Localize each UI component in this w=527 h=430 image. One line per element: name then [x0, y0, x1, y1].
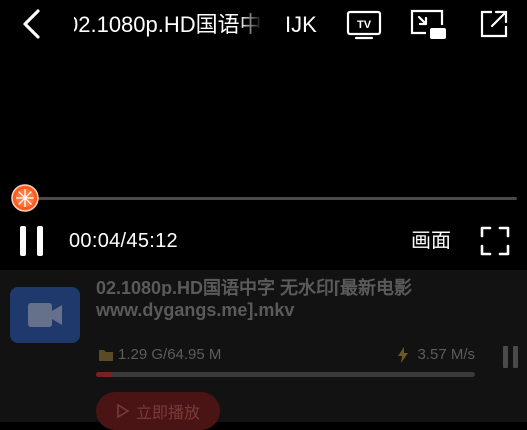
file-thumbnail	[10, 287, 80, 343]
video-camera-icon	[28, 303, 62, 327]
decoder-switch[interactable]: IJK	[285, 10, 317, 40]
download-title-line2: www.dygangs.me].mkv	[96, 300, 295, 320]
lightning-icon	[398, 346, 409, 363]
chevron-left-icon[interactable]	[18, 8, 46, 40]
folder-icon	[99, 349, 113, 361]
download-size: 1.29 G/64.95 M	[118, 346, 222, 363]
pause-icon-bar	[37, 226, 43, 256]
download-progress-fill	[96, 372, 112, 377]
fullscreen-icon[interactable]	[479, 225, 511, 257]
play-now-button[interactable]: 立即播放	[96, 392, 220, 430]
video-title: 02.1080p.HD国语中字	[74, 10, 262, 40]
download-progress-bar	[96, 372, 475, 377]
orange-slice-icon[interactable]	[10, 183, 40, 213]
download-file-title: 02.1080p.HD国语中字 无水印[最新电影 www.dygangs.me]…	[96, 278, 496, 324]
play-outline-icon	[117, 403, 130, 419]
pause-icon	[20, 226, 26, 256]
seek-bar[interactable]	[12, 197, 517, 200]
video-title-text: 02.1080p.HD国语中字	[74, 12, 262, 37]
download-pause-button[interactable]	[503, 346, 519, 368]
svg-text:TV: TV	[357, 19, 372, 31]
pause-button[interactable]	[20, 226, 44, 256]
pause-icon	[503, 346, 508, 368]
pause-icon-bar	[513, 346, 518, 368]
play-now-label: 立即播放	[135, 405, 200, 422]
picture-in-picture-icon[interactable]	[408, 7, 448, 41]
aspect-ratio-button[interactable]: 画面	[411, 229, 451, 253]
download-speed-row: 3.57 M/s	[397, 346, 475, 363]
download-title-line1: 02.1080p.HD国语中字 无水印[最新电影	[96, 278, 413, 296]
time-display: 00:04/45:12	[69, 230, 178, 252]
open-external-icon[interactable]	[478, 8, 510, 40]
download-size-row: 1.29 G/64.95 M	[98, 346, 221, 363]
player-top-bar: 02.1080p.HD国语中字 IJK TV	[0, 0, 527, 50]
download-speed: 3.57 M/s	[417, 346, 475, 363]
tv-cast-icon[interactable]: TV	[346, 9, 382, 41]
